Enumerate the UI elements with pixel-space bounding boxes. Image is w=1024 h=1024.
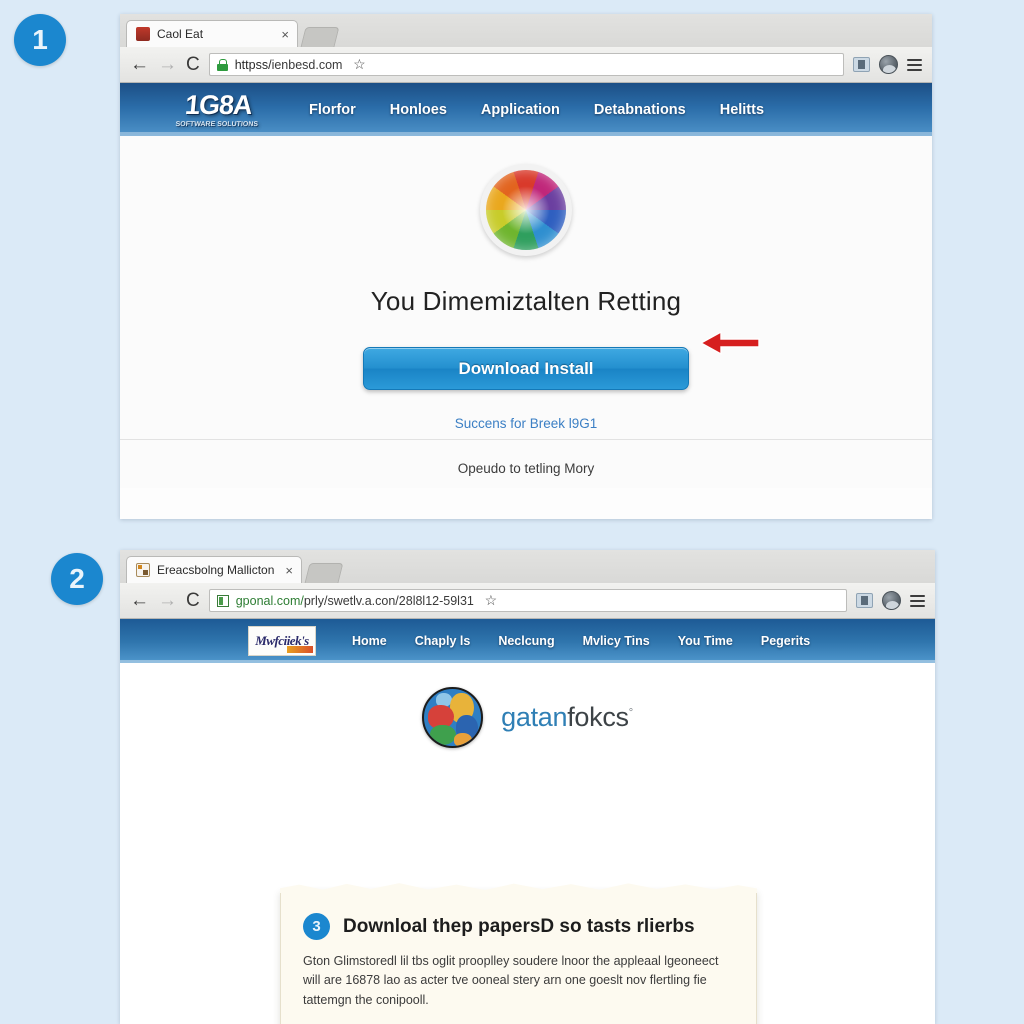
step-badge-1-number: 1: [32, 24, 48, 55]
nav-link-florfor[interactable]: Florfor: [292, 102, 373, 118]
site-logo-2-text: Mwfciiek's: [255, 633, 309, 648]
paper-body-text: Gton Glimstoredl lil tbs oglit prooplley…: [303, 954, 719, 1007]
back-button[interactable]: ←: [130, 591, 149, 610]
content-divider: [120, 439, 932, 440]
new-tab-button[interactable]: [300, 27, 340, 47]
address-bar-2[interactable]: gponal.com/prly/swetlv.a.con/28l8l12-59l…: [208, 589, 847, 612]
browser-tab-2[interactable]: Ereacsbolng Mallicton ×: [126, 556, 302, 583]
site-info-icon[interactable]: [216, 594, 229, 607]
profile-avatar-icon[interactable]: [882, 591, 901, 610]
paper-header: 3 Downloal thep papersD so tasts rlierbs: [303, 913, 734, 940]
extension-icon[interactable]: [856, 593, 873, 608]
tab-title: Caol Eat: [157, 27, 204, 41]
red-left-arrow-icon: [699, 330, 760, 356]
site-logo-1[interactable]: 1G8A SOFTWARE SOLUTIONS: [170, 88, 266, 132]
nav-link-chaply-ls[interactable]: Chaply ls: [401, 634, 485, 648]
page-content-1: You Dimemiztalten Retting Download Insta…: [120, 136, 932, 488]
extension-icon[interactable]: [853, 57, 870, 72]
browser-chrome-1: Caol Eat × ← → C httpss/ienbesd.com ☆: [120, 14, 932, 83]
browser-toolbar-1: ← → C httpss/ienbesd.com ☆: [120, 47, 932, 83]
bookmark-star-icon[interactable]: ☆: [349, 55, 369, 75]
nav-link-neclcung[interactable]: Neclcung: [484, 634, 568, 648]
nav-link-application[interactable]: Application: [464, 102, 577, 118]
browser-window-2: Ereacsbolng Mallicton × ← → C gponal.com…: [120, 550, 935, 1024]
reload-button[interactable]: C: [186, 591, 200, 610]
screenshot-stage: 1 Caol Eat × ← → C httpss/ienbesd.com ☆: [0, 0, 1024, 1024]
globe-logo-icon: [422, 687, 484, 748]
forward-button[interactable]: →: [158, 55, 177, 74]
nav-link-detabnations[interactable]: Detabnations: [577, 102, 703, 118]
step-badge-3-number: 3: [312, 918, 321, 935]
torn-paper-panel: 3 Downloal thep papersD so tasts rlierbs…: [280, 883, 757, 1024]
tab-strip-2: Ereacsbolng Mallicton ×: [120, 556, 935, 583]
reload-button[interactable]: C: [186, 55, 200, 74]
forward-button[interactable]: →: [158, 591, 177, 610]
page-content-2: gatanfokcs° 3 Downloal thep papersD so t…: [120, 663, 935, 1024]
brand-name-part2: fokcs: [567, 702, 629, 732]
tab-close-icon[interactable]: ×: [281, 564, 293, 577]
site-navbar-2: Mwfciiek's Home Chaply ls Neclcung Mvlic…: [120, 619, 935, 663]
site-logo-1-sub: SOFTWARE SOLUTIONS: [175, 120, 259, 128]
bookmark-star-icon[interactable]: ☆: [481, 591, 501, 611]
brand-name-part1: gatan: [501, 702, 568, 732]
profile-avatar-icon[interactable]: [879, 55, 898, 74]
hamburger-menu-icon[interactable]: [907, 58, 922, 71]
secure-lock-icon: [216, 58, 228, 71]
download-install-button[interactable]: Download Install: [363, 347, 689, 390]
browser-window-1: Caol Eat × ← → C httpss/ienbesd.com ☆ 1G…: [120, 14, 932, 519]
nav-link-mvlicy-tins[interactable]: Mvlicy Tins: [569, 634, 664, 648]
brand-trademark: °: [628, 707, 633, 719]
step-badge-2: 2: [51, 553, 103, 605]
tab-close-icon[interactable]: ×: [277, 28, 289, 41]
address-bar-url: httpss/ienbesd.com: [234, 57, 343, 72]
tab-title: Ereacsbolng Mallicton: [157, 563, 275, 577]
site-logo-2[interactable]: Mwfciiek's: [248, 626, 316, 656]
nav-link-home[interactable]: Home: [338, 634, 401, 648]
paper-title: Downloal thep papersD so tasts rlierbs: [343, 915, 695, 937]
back-button[interactable]: ←: [130, 55, 149, 74]
site-navbar-1: 1G8A SOFTWARE SOLUTIONS Florfor Honloes …: [120, 83, 932, 136]
brand-name: gatanfokcs°: [501, 702, 633, 733]
tab-favicon-icon: [136, 27, 150, 41]
hamburger-menu-icon[interactable]: [910, 594, 925, 607]
address-bar-1[interactable]: httpss/ienbesd.com ☆: [208, 53, 844, 76]
color-wheel-icon: [480, 164, 572, 256]
hero-title: You Dimemiztalten Retting: [370, 286, 682, 316]
hero-sub-link[interactable]: Succens for Breek l9G1: [455, 416, 598, 431]
browser-toolbar-2: ← → C gponal.com/prly/swetlv.a.con/28l8l…: [120, 583, 935, 619]
browser-tab-1[interactable]: Caol Eat ×: [126, 20, 298, 47]
address-bar-url: gponal.com/prly/swetlv.a.con/28l8l12-59l…: [235, 593, 474, 608]
nav-link-helitts[interactable]: Helitts: [703, 102, 781, 118]
nav-link-you-time[interactable]: You Time: [664, 634, 747, 648]
nav-link-pegerits[interactable]: Pegerits: [747, 634, 824, 648]
page-footer-text: Opeudo to tetling Mory: [457, 461, 595, 476]
brand-row: gatanfokcs°: [120, 663, 935, 748]
new-tab-button[interactable]: [304, 563, 344, 583]
tab-favicon-icon: [136, 563, 150, 577]
step-badge-1: 1: [14, 14, 66, 66]
step-badge-3: 3: [303, 913, 330, 940]
tab-strip-1: Caol Eat ×: [120, 20, 932, 47]
step-badge-2-number: 2: [69, 563, 85, 594]
nav-link-honloes[interactable]: Honloes: [373, 102, 464, 118]
browser-chrome-2: Ereacsbolng Mallicton × ← → C gponal.com…: [120, 550, 935, 619]
site-logo-1-main: 1G8A: [183, 89, 254, 120]
torn-edge-decoration: [280, 883, 757, 893]
